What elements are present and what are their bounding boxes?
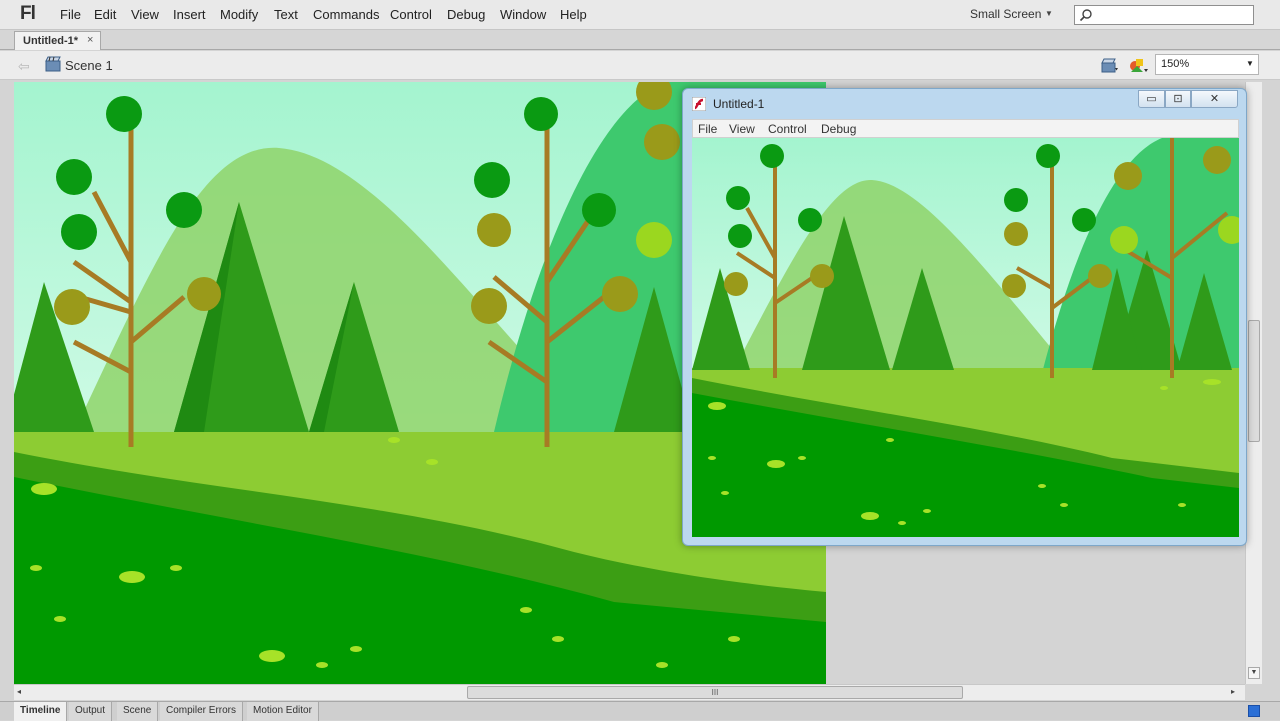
scroll-down-arrow-icon[interactable]: ▼ bbox=[1248, 667, 1260, 679]
close-icon: ✕ bbox=[1209, 93, 1220, 105]
scene-breadcrumb[interactable]: Scene 1 bbox=[65, 58, 113, 73]
horizontal-scrollbar[interactable]: ◂ III ▸ bbox=[14, 684, 1245, 700]
flash-player-window[interactable]: Untitled-1 ▭ ⊡ ✕ File View Control Debug bbox=[682, 88, 1247, 546]
menu-insert[interactable]: Insert bbox=[173, 7, 206, 22]
tab-scene[interactable]: Scene bbox=[117, 702, 159, 721]
player-menu-file[interactable]: File bbox=[698, 122, 717, 136]
player-menu-view[interactable]: View bbox=[729, 122, 755, 136]
menu-help[interactable]: Help bbox=[560, 7, 587, 22]
panel-tab-bar: Timeline Output Scene Compiler Errors Mo… bbox=[0, 701, 1280, 721]
menu-view[interactable]: View bbox=[131, 7, 159, 22]
menu-edit[interactable]: Edit bbox=[94, 7, 116, 22]
player-movie-content[interactable] bbox=[692, 138, 1239, 537]
tab-compiler-errors[interactable]: Compiler Errors bbox=[160, 702, 244, 721]
player-flash-icon bbox=[692, 97, 706, 111]
zoom-dropdown[interactable]: 150% ▼ bbox=[1155, 54, 1259, 75]
close-icon[interactable]: × bbox=[87, 34, 93, 46]
app-logo: Fl bbox=[20, 3, 36, 24]
menu-text[interactable]: Text bbox=[274, 7, 298, 22]
player-window-title: Untitled-1 bbox=[713, 97, 765, 111]
player-menu-debug[interactable]: Debug bbox=[821, 122, 856, 136]
chevron-down-icon: ▼ bbox=[1246, 59, 1254, 68]
player-menu-control[interactable]: Control bbox=[768, 122, 807, 136]
tab-timeline[interactable]: Timeline bbox=[14, 702, 68, 721]
document-tab-bar: Untitled-1* × bbox=[0, 30, 1280, 50]
menu-file[interactable]: File bbox=[60, 7, 81, 22]
scroll-right-arrow-icon[interactable]: ▸ bbox=[1231, 687, 1235, 696]
search-icon bbox=[1079, 9, 1092, 22]
maximize-button[interactable]: ⊡ bbox=[1165, 90, 1191, 108]
back-arrow-icon[interactable]: ⇦ bbox=[18, 58, 30, 75]
document-tab[interactable]: Untitled-1* × bbox=[14, 31, 101, 50]
document-tab-label: Untitled-1* bbox=[23, 35, 78, 47]
menu-debug[interactable]: Debug bbox=[447, 7, 485, 22]
horizontal-scroll-thumb[interactable]: III bbox=[467, 686, 963, 699]
maximize-icon: ⊡ bbox=[1173, 93, 1183, 105]
menu-modify[interactable]: Modify bbox=[220, 7, 258, 22]
vertical-scroll-thumb[interactable] bbox=[1248, 320, 1260, 442]
workspace-switcher[interactable]: Small Screen bbox=[970, 7, 1041, 21]
minimize-icon: ▭ bbox=[1146, 93, 1157, 105]
zoom-value: 150% bbox=[1161, 58, 1190, 70]
edit-scene-icon[interactable] bbox=[1101, 56, 1119, 74]
minimize-button[interactable]: ▭ bbox=[1138, 90, 1165, 108]
tab-motion-editor[interactable]: Motion Editor bbox=[247, 702, 319, 721]
edit-symbol-icon[interactable] bbox=[1129, 56, 1149, 74]
help-search-input[interactable] bbox=[1074, 5, 1254, 25]
edit-bar: ⇦ Scene 1 150% ▼ bbox=[0, 51, 1280, 80]
menu-commands[interactable]: Commands bbox=[313, 7, 379, 22]
panel-options-icon[interactable] bbox=[1248, 705, 1260, 717]
chevron-down-icon[interactable]: ▼ bbox=[1045, 9, 1053, 18]
scene-icon bbox=[45, 56, 61, 72]
close-button[interactable]: ✕ bbox=[1191, 90, 1238, 108]
menu-window[interactable]: Window bbox=[500, 7, 546, 22]
vertical-scrollbar[interactable]: ▼ bbox=[1245, 82, 1262, 684]
player-menu-bar: File View Control Debug bbox=[692, 119, 1239, 138]
menu-control[interactable]: Control bbox=[390, 7, 432, 22]
menu-bar: Fl File Edit View Insert Modify Text Com… bbox=[0, 0, 1280, 30]
scroll-left-arrow-icon[interactable]: ◂ bbox=[17, 687, 21, 696]
tab-output[interactable]: Output bbox=[69, 702, 113, 721]
